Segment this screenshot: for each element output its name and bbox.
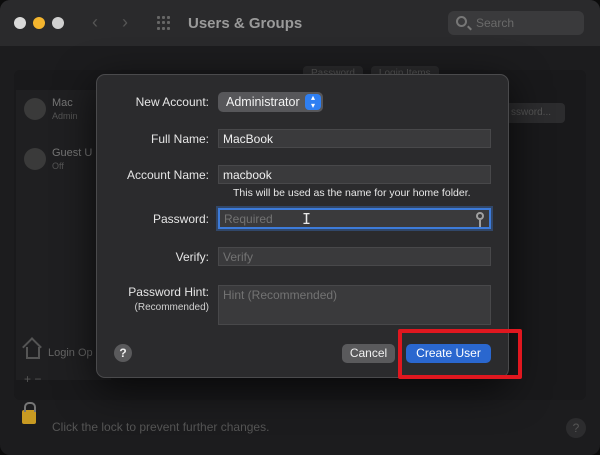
guest-avatar [24, 148, 46, 170]
avatar [24, 98, 46, 120]
password-hint-sublabel: (Recommended) [134, 302, 209, 313]
login-options-item[interactable]: Login Op [48, 347, 93, 359]
text-cursor-icon: I [302, 210, 312, 228]
back-arrow-icon[interactable]: ‹ [92, 12, 98, 33]
search-field[interactable]: Search [448, 11, 584, 35]
zoom-window-button[interactable] [52, 17, 64, 29]
sidebar-guest-name[interactable]: Guest U [52, 147, 92, 159]
password-label: Password: [152, 212, 209, 226]
password-hint-field[interactable]: Hint (Recommended) [218, 285, 491, 325]
lock-text: Click the lock to prevent further change… [52, 420, 270, 434]
sidebar-guest-status: Off [52, 161, 64, 171]
account-name-hint: This will be used as the name for your h… [233, 187, 471, 199]
show-all-grid-icon[interactable] [157, 16, 171, 30]
account-type-value: Administrator [226, 95, 300, 109]
change-password-button[interactable]: ssword... [505, 103, 565, 123]
sidebar-user-name[interactable]: Mac [52, 97, 73, 109]
password-hint-label-text: Password Hint: [128, 285, 209, 299]
lock-icon[interactable] [22, 402, 36, 424]
key-icon[interactable] [476, 212, 484, 227]
forward-arrow-icon[interactable]: › [122, 12, 128, 33]
verify-label: Verify: [175, 250, 209, 264]
window-title: Users & Groups [188, 15, 303, 32]
password-field[interactable]: Required [218, 208, 491, 229]
full-name-field[interactable]: MacBook [218, 129, 491, 148]
minimize-window-button[interactable] [33, 17, 45, 29]
home-icon [26, 347, 40, 359]
new-account-label: New Account: [135, 95, 209, 109]
help-button[interactable]: ? [114, 344, 132, 362]
search-placeholder: Search [476, 16, 515, 30]
add-remove-icon[interactable]: + − [24, 372, 41, 386]
highlight-annotation [398, 329, 522, 379]
chevron-updown-icon: ▴ ▾ [305, 94, 321, 110]
cancel-button[interactable]: Cancel [342, 344, 395, 363]
title-bar: ‹ › Users & Groups Search [0, 0, 600, 46]
sidebar-user-role: Admin [52, 111, 78, 121]
account-name-label: Account Name: [126, 168, 209, 182]
search-icon [456, 16, 467, 27]
account-name-field[interactable]: macbook [218, 165, 491, 184]
verify-field[interactable]: Verify [218, 247, 491, 266]
full-name-label: Full Name: [150, 132, 209, 146]
account-type-popup[interactable]: Administrator ▴ ▾ [218, 92, 323, 112]
close-window-button[interactable] [14, 17, 26, 29]
help-icon[interactable]: ? [566, 418, 586, 438]
password-hint-label: Password Hint: (Recommended) [128, 285, 209, 315]
